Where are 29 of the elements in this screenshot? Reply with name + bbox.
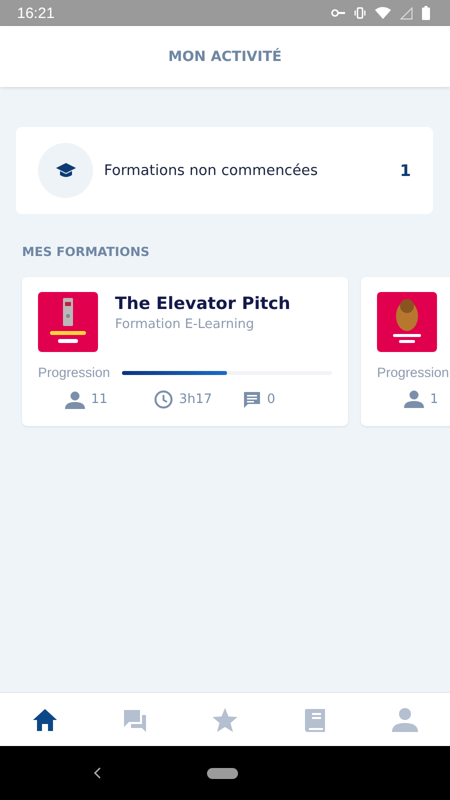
- person-icon: [404, 390, 424, 408]
- summary-card[interactable]: Formations non commencées 1: [16, 127, 433, 214]
- course-type: Formation E-Learning: [115, 317, 256, 332]
- battery-icon: [422, 6, 430, 20]
- clock-icon: [154, 390, 173, 409]
- key-icon: [331, 9, 345, 17]
- learner-count: 1: [430, 392, 438, 406]
- comment-count: 0: [267, 392, 276, 407]
- person-icon: [65, 390, 85, 408]
- back-icon[interactable]: [93, 767, 101, 779]
- progress-label: Progression: [377, 365, 450, 380]
- duration: 3h17: [179, 392, 212, 407]
- course-title: The Elevator Pitch: [115, 294, 290, 314]
- graduation-cap-icon: [56, 162, 76, 178]
- summary-count: 1: [400, 161, 411, 180]
- wifi-icon: [375, 7, 391, 19]
- status-time: 16:21: [17, 4, 55, 22]
- page-title: MON ACTIVITÉ: [168, 48, 282, 64]
- comment-icon: [243, 390, 261, 408]
- star-icon[interactable]: [211, 706, 239, 734]
- course-card[interactable]: The Elevator Pitch Formation E-Learning Progression 11 3h17 0: [22, 277, 348, 426]
- progress-label: Progression: [38, 365, 112, 380]
- summary-label: Formations non commencées: [104, 162, 319, 178]
- profile-icon[interactable]: [391, 706, 419, 734]
- signal-icon: [400, 6, 413, 20]
- vibrate-icon: [354, 7, 366, 19]
- home-pill[interactable]: [207, 768, 238, 778]
- learner-count: 11: [91, 392, 108, 407]
- section-title: MES FORMATIONS: [22, 244, 151, 259]
